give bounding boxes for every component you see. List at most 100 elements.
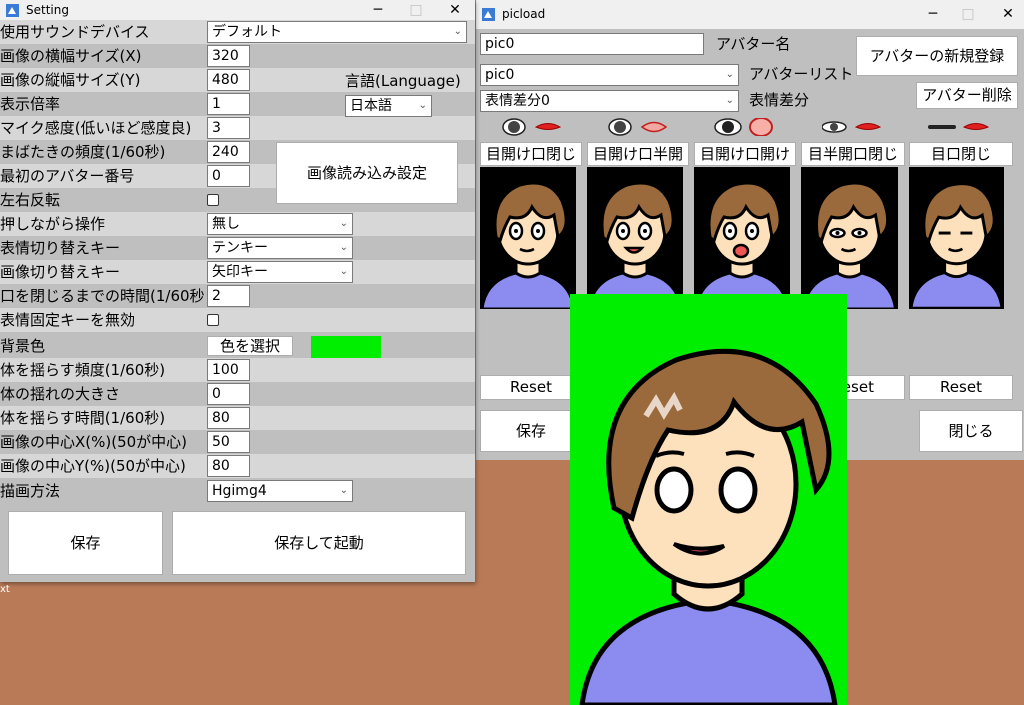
flip-checkbox[interactable] — [207, 194, 219, 206]
setting-row-mouth-close: 口を閉じるまでの時間(1/60秒 2 — [0, 284, 475, 308]
row-label: 口を閉じるまでの時間(1/60秒 — [0, 287, 205, 305]
minimize-button[interactable]: ─ — [913, 0, 953, 29]
first-avatar-input[interactable]: 0 — [207, 165, 250, 187]
chevron-down-icon: ⌄ — [339, 485, 348, 496]
picload-close-button[interactable]: 閉じる — [919, 410, 1023, 452]
setting-row-sway-time: 体を揺らす時間(1/60秒) 80 — [0, 406, 475, 430]
select-value: デフォルト — [212, 24, 282, 40]
select-value: テンキー — [212, 240, 268, 256]
row-label: 画像の中心Y(%)(50が中心) — [0, 457, 186, 475]
avatar-thumbnail-1[interactable] — [480, 167, 576, 309]
row-label: マイク感度(低いほど感度良) — [0, 119, 192, 137]
eyes-closed-mouth-closed-icon — [928, 123, 990, 130]
expression-label: 表情差分 — [749, 91, 810, 109]
close-window-button[interactable]: ✕ — [988, 0, 1024, 29]
setting-row-expression-key: 表情切り替えキー テンキー ⌄ — [0, 236, 475, 260]
draw-method-select[interactable]: Hgimg4 ⌄ — [207, 480, 353, 502]
avatar-preview — [570, 294, 847, 705]
image-key-select[interactable]: 矢印キー ⌄ — [207, 261, 353, 283]
slot-label-2[interactable]: 目開け口半開 — [587, 142, 689, 166]
slot-label-4[interactable]: 目半開口閉じ — [801, 142, 905, 166]
row-label: 最初のアバター番号 — [0, 167, 135, 185]
avatar-list-value: pic0 — [485, 67, 515, 83]
sway-frequency-input[interactable]: 100 — [207, 359, 250, 381]
row-label: 左右反転 — [0, 191, 61, 209]
sway-size-input[interactable]: 0 — [207, 383, 250, 405]
chevron-down-icon: ⌄ — [339, 218, 348, 229]
row-label: まばたきの頻度(1/60秒) — [0, 143, 166, 161]
disable-lock-key-checkbox[interactable] — [207, 314, 219, 326]
language-select[interactable]: 日本語 ⌄ — [345, 95, 432, 117]
avatar-list-select[interactable]: pic0 ⌄ — [480, 64, 739, 86]
row-label: 画像の縦幅サイズ(Y) — [0, 71, 141, 89]
setting-row-image-key: 画像切り替えキー 矢印キー ⌄ — [0, 260, 475, 284]
setting-row-sway-size: 体の揺れの大きさ 0 — [0, 382, 475, 406]
setting-row-sound-device: 使用サウンドデバイス デフォルト ⌄ — [0, 20, 475, 44]
save-and-launch-button[interactable]: 保存して起動 — [172, 511, 466, 575]
row-label: 表情切り替えキー — [0, 239, 121, 257]
image-load-settings-button[interactable]: 画像読み込み設定 — [276, 142, 458, 204]
setting-row-width: 画像の横幅サイズ(X) 320 — [0, 44, 475, 68]
color-swatch — [311, 336, 381, 358]
center-y-input[interactable]: 80 — [207, 455, 250, 477]
expression-value: 表情差分0 — [485, 93, 550, 109]
hold-operation-select[interactable]: 無し ⌄ — [207, 213, 353, 235]
picload-save-button[interactable]: 保存 — [480, 410, 582, 452]
eye-open-mouth-open-icon — [714, 118, 773, 136]
avatar-thumbnail-2[interactable] — [587, 167, 683, 309]
setting-row-center-y: 画像の中心Y(%)(50が中心) 80 — [0, 454, 475, 478]
new-avatar-button[interactable]: アバターの新規登録 — [856, 36, 1018, 76]
row-label: 表情固定キーを無効 — [0, 311, 136, 329]
scale-input[interactable]: 1 — [207, 93, 250, 115]
row-label: 背景色 — [0, 337, 46, 355]
select-value: 日本語 — [350, 98, 392, 114]
reset-button-5[interactable]: Reset — [909, 375, 1013, 400]
sound-device-select[interactable]: デフォルト ⌄ — [207, 21, 467, 43]
width-input[interactable]: 320 — [207, 45, 250, 67]
mic-sensitivity-input[interactable]: 3 — [207, 117, 250, 139]
avatar-thumbnail-4[interactable] — [801, 167, 898, 309]
app-icon — [482, 8, 495, 21]
slot-label-5[interactable]: 目口閉じ — [909, 142, 1013, 166]
center-x-input[interactable]: 50 — [207, 431, 250, 453]
chevron-down-icon: ⌄ — [339, 242, 348, 253]
avatar-thumbnail-5[interactable] — [909, 167, 1004, 309]
mouth-close-time-input[interactable]: 2 — [207, 285, 250, 307]
row-label: 画像切り替えキー — [0, 263, 121, 281]
slot-label-1[interactable]: 目開け口閉じ — [480, 142, 582, 166]
setting-row-mic: マイク感度(低いほど感度良) 3 — [0, 116, 475, 140]
reset-button-1[interactable]: Reset — [480, 375, 582, 400]
select-value: 矢印キー — [212, 264, 268, 280]
sway-time-input[interactable]: 80 — [207, 407, 250, 429]
choose-color-button[interactable]: 色を選択 — [207, 336, 293, 356]
row-label: 押しながら操作 — [0, 215, 106, 233]
avatar-thumbnail-3[interactable] — [694, 167, 790, 309]
close-window-button[interactable]: ✕ — [435, 0, 475, 22]
select-value: 無し — [212, 216, 240, 232]
avatar-name-input[interactable]: pic0 — [480, 33, 704, 55]
eye-open-mouth-closed-icon — [502, 118, 562, 136]
minimize-button[interactable]: ─ — [358, 0, 398, 22]
setting-save-button[interactable]: 保存 — [8, 511, 163, 575]
avatar-list-label: アバターリスト — [749, 65, 854, 83]
slot-label-3[interactable]: 目開け口開け — [694, 142, 796, 166]
height-input[interactable]: 480 — [207, 69, 250, 91]
select-value: Hgimg4 — [212, 483, 267, 499]
setting-title: Setting — [26, 3, 69, 17]
background-text-fragment: xt — [0, 584, 10, 595]
row-label: 表示倍率 — [0, 95, 61, 113]
setting-row-draw-method: 描画方法 Hgimg4 ⌄ — [0, 479, 475, 503]
blink-frequency-input[interactable]: 240 — [207, 141, 250, 163]
chevron-down-icon: ⌄ — [725, 95, 734, 106]
picload-titlebar[interactable]: picload ─ □ ✕ — [476, 0, 1024, 29]
delete-avatar-button[interactable]: アバター削除 — [916, 82, 1018, 109]
chevron-down-icon: ⌄ — [453, 26, 462, 37]
row-label: 体を揺らす頻度(1/60秒) — [0, 361, 166, 379]
expression-select[interactable]: 表情差分0 ⌄ — [480, 90, 739, 112]
language-label: 言語(Language) — [345, 72, 461, 90]
row-label: 描画方法 — [0, 482, 61, 500]
setting-titlebar[interactable]: Setting ─ □ ✕ — [0, 0, 475, 22]
expression-key-select[interactable]: テンキー ⌄ — [207, 237, 353, 259]
chevron-down-icon: ⌄ — [725, 69, 734, 80]
eye-half-mouth-closed-icon — [822, 121, 882, 133]
